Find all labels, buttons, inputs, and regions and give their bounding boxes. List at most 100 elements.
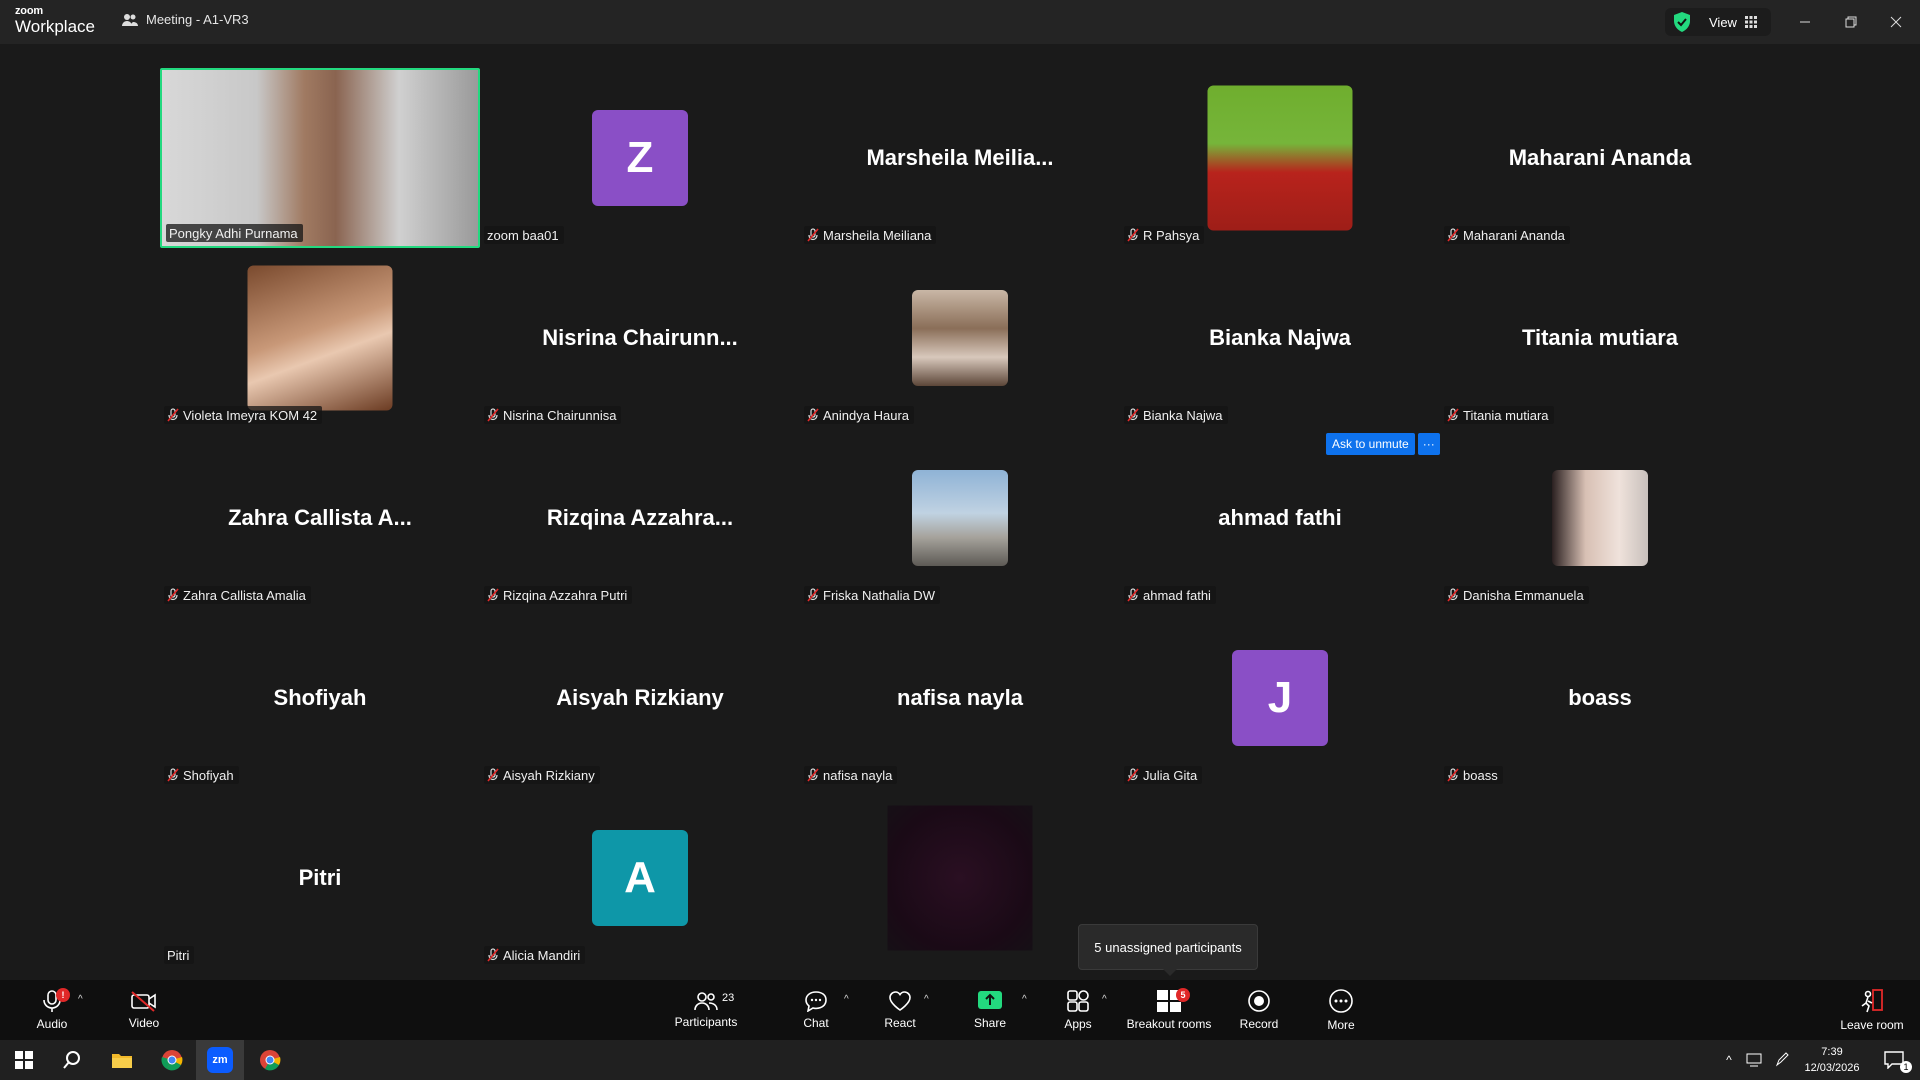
participant-tile[interactable]: Friska Nathalia DW <box>800 428 1120 608</box>
restore-button[interactable] <box>1831 8 1871 36</box>
chrome-button[interactable] <box>148 1040 196 1080</box>
participant-tile[interactable]: boass boass <box>1440 608 1760 788</box>
zoom-workplace-logo: zoom Workplace <box>15 6 95 38</box>
view-button[interactable]: View <box>1665 8 1771 36</box>
audio-label: Audio <box>36 1017 68 1031</box>
participant-tile[interactable]: Zzoom baa01 <box>480 68 800 248</box>
search-button[interactable] <box>48 1040 96 1080</box>
participant-tile[interactable]: Maharani Ananda Maharani Ananda <box>1440 68 1760 248</box>
participant-display-name: Aisyah Rizkiany <box>556 685 724 710</box>
muted-microphone-icon <box>1447 588 1459 602</box>
search-icon <box>63 1051 80 1069</box>
notification-count-badge: 1 <box>1900 1061 1912 1073</box>
chrome-profile-button[interactable] <box>246 1040 294 1080</box>
share-button[interactable]: Share <box>966 980 1014 1040</box>
participant-tile[interactable] <box>800 788 1120 968</box>
initials-avatar: A <box>592 830 688 926</box>
notification-center-button[interactable]: 1 <box>1870 1040 1918 1080</box>
chat-options-chevron-icon[interactable]: ^ <box>844 994 849 1005</box>
participant-tile[interactable]: R Pahsya <box>1120 68 1440 248</box>
chrome-icon <box>161 1050 183 1071</box>
people-icon <box>122 13 138 26</box>
participant-nameplate: zoom baa01 <box>484 226 564 244</box>
participant-tile[interactable]: Shofiyah Shofiyah <box>160 608 480 788</box>
meeting-title[interactable]: Meeting - A1-VR3 <box>122 12 249 27</box>
participant-tile[interactable]: Danisha Emmanuela <box>1440 428 1760 608</box>
muted-microphone-icon <box>1447 228 1459 242</box>
audio-button[interactable]: ! Audio <box>28 980 76 1040</box>
participant-tile[interactable]: Violeta Imeyra KOM 42 <box>160 248 480 428</box>
muted-microphone-icon <box>1127 768 1139 782</box>
participant-tile[interactable]: Marsheila Meilia... Marsheila Meiliana <box>800 68 1120 248</box>
participant-name: Nisrina Chairunnisa <box>503 407 617 423</box>
participant-name: zoom baa01 <box>487 227 559 243</box>
participants-count: 23 <box>722 992 735 1004</box>
participant-nameplate: Zahra Callista Amalia <box>164 586 311 604</box>
pen-icon[interactable] <box>1774 1052 1790 1068</box>
participant-name: Julia Gita <box>1143 767 1198 783</box>
participant-display-name: Titania mutiara <box>1521 325 1679 350</box>
share-label: Share <box>973 1016 1007 1030</box>
participant-name: Alicia Mandiri <box>503 947 581 963</box>
participant-name: Bianka Najwa <box>1143 407 1223 423</box>
participant-tile[interactable]: Zahra Callista A... Zahra Callista Amalia <box>160 428 480 608</box>
participant-tile[interactable]: Pongky Adhi Purnama <box>160 68 480 248</box>
participant-nameplate: Julia Gita <box>1124 766 1203 784</box>
audio-options-chevron-icon[interactable]: ^ <box>78 994 83 1005</box>
breakout-rooms-button[interactable]: 5 Breakout rooms <box>1124 980 1214 1040</box>
record-button[interactable]: Record <box>1234 980 1284 1040</box>
network-icon[interactable] <box>1746 1052 1764 1068</box>
participant-tile[interactable]: A Alicia Mandiri <box>480 788 800 968</box>
system-clock[interactable]: 7:39 12/03/2026 <box>1800 1044 1864 1076</box>
leave-room-button[interactable]: Leave room <box>1834 980 1910 1040</box>
participant-tile[interactable]: nafisa nayla nafisa nayla <box>800 608 1120 788</box>
zoom-taskbar-button[interactable]: zm <box>196 1040 244 1080</box>
participant-tile[interactable]: Anindya Haura <box>800 248 1120 428</box>
participant-name: Maharani Ananda <box>1463 227 1565 243</box>
muted-microphone-icon <box>167 768 179 782</box>
minimize-button[interactable] <box>1785 8 1825 36</box>
participant-name: Zahra Callista Amalia <box>183 587 306 603</box>
participant-nameplate: Nisrina Chairunnisa <box>484 406 622 424</box>
participant-display-name: Maharani Ananda <box>1508 145 1692 170</box>
more-button[interactable]: More <box>1316 980 1366 1040</box>
participant-nameplate: ahmad fathi <box>1124 586 1216 604</box>
video-button[interactable]: Video <box>120 980 168 1040</box>
file-explorer-button[interactable] <box>98 1040 146 1080</box>
participant-tile[interactable]: Pitri Pitri <box>160 788 480 968</box>
participant-tile[interactable]: Nisrina Chairunn... Nisrina Chairunnisa <box>480 248 800 428</box>
participant-nameplate: R Pahsya <box>1124 226 1205 244</box>
participant-tile[interactable]: ahmad fathi ahmad fathi <box>1120 428 1440 608</box>
participant-name: nafisa nayla <box>823 767 893 783</box>
participant-tile[interactable]: Aisyah Rizkiany Aisyah Rizkiany <box>480 608 800 788</box>
participant-more-button[interactable]: ··· <box>1417 433 1440 455</box>
participant-display-name: Zahra Callista A... <box>228 505 412 530</box>
participant-tile[interactable]: Bianka Najwa Bianka Najwa <box>1120 248 1440 428</box>
react-options-chevron-icon[interactable]: ^ <box>924 994 929 1005</box>
participant-name: ahmad fathi <box>1143 587 1211 603</box>
participant-nameplate: Marsheila Meiliana <box>804 226 937 244</box>
chat-button[interactable]: Chat <box>792 980 840 1040</box>
ask-to-unmute-button[interactable]: Ask to unmute <box>1326 433 1415 455</box>
apps-options-chevron-icon[interactable]: ^ <box>1102 994 1107 1005</box>
react-button[interactable]: React <box>876 980 924 1040</box>
share-options-chevron-icon[interactable]: ^ <box>1022 994 1027 1005</box>
participant-tile[interactable]: Rizqina Azzahra... Rizqina Azzahra Putri <box>480 428 800 608</box>
close-button[interactable] <box>1876 8 1916 36</box>
apps-label: Apps <box>1064 1017 1092 1031</box>
apps-button[interactable]: Apps <box>1054 980 1102 1040</box>
participants-label: Participants <box>674 1015 738 1029</box>
participant-nameplate: Aisyah Rizkiany <box>484 766 600 784</box>
windows-logo-icon <box>15 1051 33 1069</box>
participant-name: Pitri <box>167 947 190 963</box>
participant-tile[interactable]: Titania mutiara Titania mutiara <box>1440 248 1760 428</box>
muted-microphone-icon <box>807 588 819 602</box>
gallery-view: Pongky Adhi Purnama Zzoom baa01 Marsheila … <box>0 44 1920 980</box>
participant-tile[interactable]: J Julia Gita <box>1120 608 1440 788</box>
share-screen-icon <box>978 991 1002 1009</box>
show-hidden-icons-chevron-icon[interactable]: ^ <box>1718 1053 1740 1067</box>
participants-icon <box>694 992 718 1011</box>
grid-icon <box>1744 16 1757 28</box>
participants-button[interactable]: 23 Participants <box>670 980 742 1040</box>
start-button[interactable] <box>0 1040 48 1080</box>
